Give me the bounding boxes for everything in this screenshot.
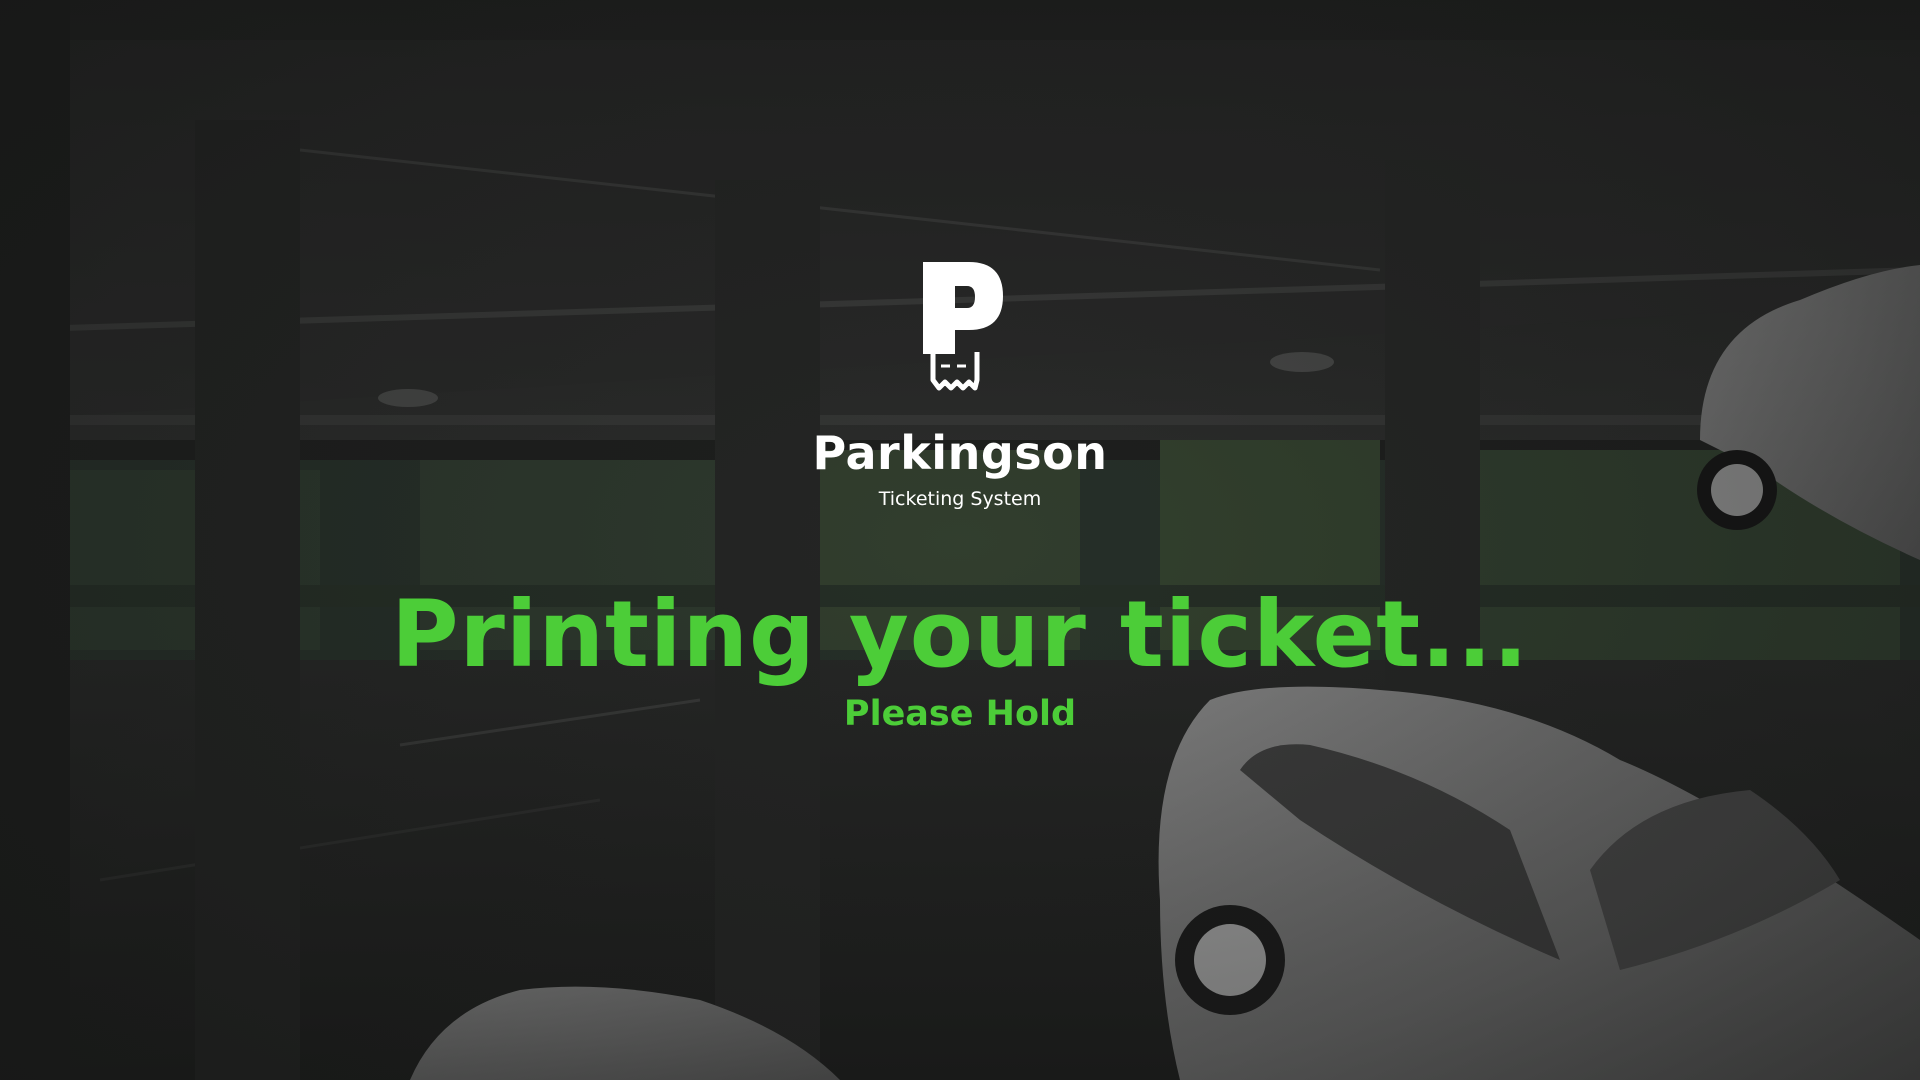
brand-name: Parkingson [812, 426, 1108, 480]
brand-subtitle: Ticketing System [878, 488, 1042, 510]
parking-ticket-icon [923, 262, 1003, 391]
status-headline: Printing your ticket... [391, 581, 1529, 688]
printing-screen: Parkingson Ticketing System Printing you… [0, 0, 1920, 1080]
dark-overlay [0, 0, 1920, 1080]
status-message: Please Hold [843, 694, 1077, 734]
